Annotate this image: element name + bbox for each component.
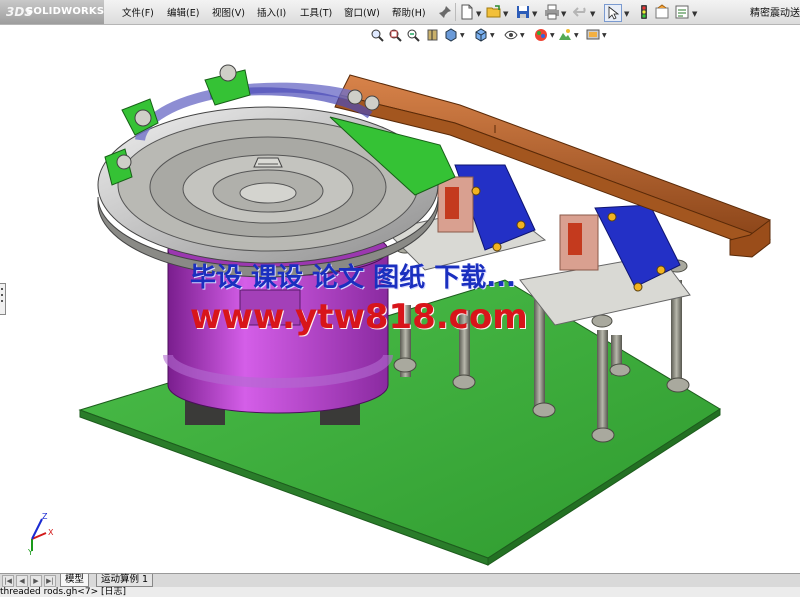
triad-x-label: X: [48, 528, 54, 537]
watermark-text-line1: 毕设 课设 论文 图纸 下载...: [190, 263, 516, 293]
chevron-down-icon[interactable]: ▼: [532, 10, 537, 18]
solidworks-logo[interactable]: 3DS SOLIDWORKS: [0, 0, 104, 24]
undo-icon[interactable]: [573, 4, 589, 20]
menu-help[interactable]: 帮助(H): [392, 5, 426, 19]
save-icon[interactable]: [515, 4, 531, 20]
menu-insert[interactable]: 插入(I): [257, 5, 286, 19]
traffic-light-icon[interactable]: [636, 4, 652, 20]
options-icon[interactable]: [674, 4, 690, 20]
menu-file[interactable]: 文件(F): [122, 5, 154, 19]
status-text: threaded rods.gh<7> [日志]: [0, 587, 126, 597]
select-arrow-icon[interactable]: [604, 4, 622, 22]
print-icon[interactable]: [544, 4, 560, 20]
menu-edit[interactable]: 编辑(E): [167, 5, 199, 19]
last-tab-icon[interactable]: ▶|: [44, 575, 56, 587]
menu-window[interactable]: 窗口(W): [344, 5, 380, 19]
new-document-icon[interactable]: [459, 4, 475, 20]
chevron-down-icon[interactable]: ▼: [503, 10, 508, 18]
chevron-down-icon[interactable]: ▼: [692, 10, 697, 18]
status-bar: threaded rods.gh<7> [日志]: [0, 587, 800, 597]
first-tab-icon[interactable]: |◀: [2, 575, 14, 587]
triad-y-label: Y: [27, 548, 33, 556]
prev-tab-icon[interactable]: ◀: [16, 575, 28, 587]
watermark-url: www.ytw818.com: [190, 297, 528, 337]
document-title: 精密震动送: [750, 8, 800, 19]
next-tab-icon[interactable]: ▶: [30, 575, 42, 587]
document-tab-bar: |◀ ◀ ▶ ▶| 模型 运动算例 1: [0, 573, 800, 587]
menu-view[interactable]: 视图(V): [212, 5, 245, 19]
chevron-down-icon[interactable]: ▼: [561, 10, 566, 18]
menu-bar: 3DS SOLIDWORKS 文件(F) 编辑(E) 视图(V) 插入(I) 工…: [0, 0, 800, 25]
menu-tools[interactable]: 工具(T): [300, 5, 332, 19]
chevron-down-icon[interactable]: ▼: [624, 10, 629, 18]
triad-z-label: Z: [42, 512, 48, 521]
chevron-down-icon[interactable]: ▼: [476, 10, 481, 18]
file-properties-icon[interactable]: [654, 4, 670, 20]
tab-motion-study[interactable]: 运动算例 1: [96, 574, 154, 587]
toolbar-divider: [455, 3, 456, 21]
graphics-area[interactable]: ▼ ▼ ▼ ▼ ▼ ▼ 毕设 课设 论文 图纸 下载... www.ytw818…: [0, 25, 800, 573]
coordinate-triad: Y X Z: [27, 512, 54, 556]
pin-icon[interactable]: [437, 4, 453, 20]
tab-model[interactable]: 模型: [60, 574, 90, 587]
open-folder-icon[interactable]: [486, 4, 502, 20]
brand-name: SOLIDWORKS: [26, 6, 105, 17]
chevron-down-icon[interactable]: ▼: [590, 10, 595, 18]
